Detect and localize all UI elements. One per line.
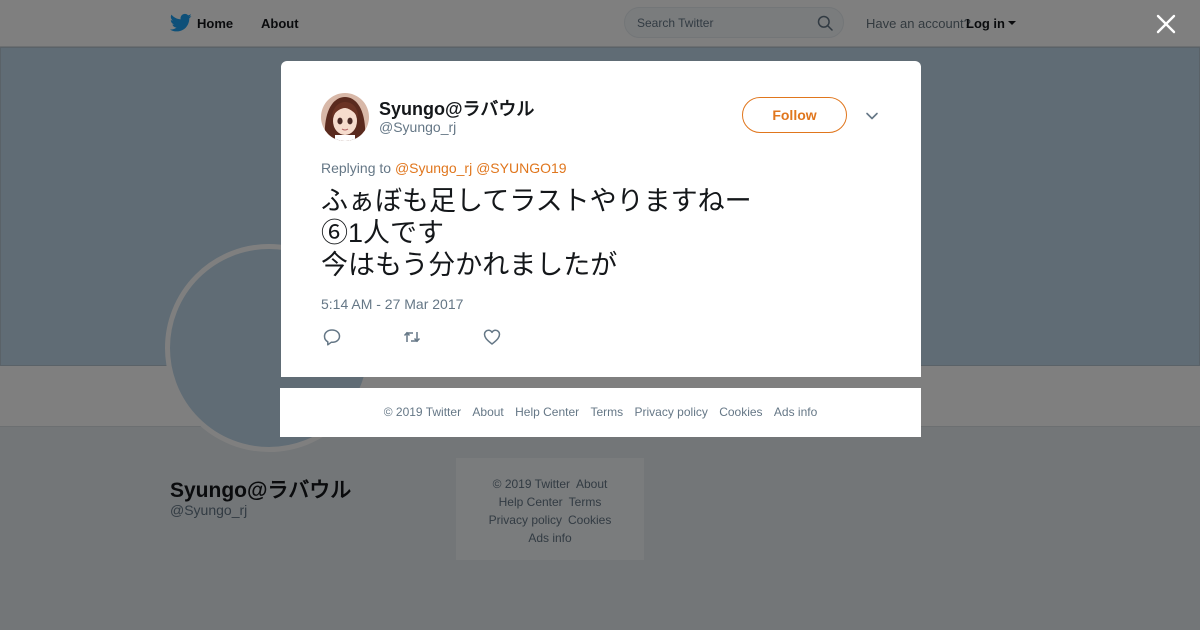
modal-footer: © 2019 Twitter About Help Center Terms P…: [280, 388, 921, 437]
close-icon[interactable]: [1154, 12, 1178, 36]
tweet-author-name[interactable]: Syungo@ラバウル: [379, 95, 534, 121]
tweet-text-line: ⑥1人です: [321, 218, 445, 248]
follow-button[interactable]: Follow: [742, 97, 847, 133]
chevron-down-icon[interactable]: [865, 109, 879, 123]
heart-icon[interactable]: [482, 327, 502, 347]
mention-link[interactable]: @Syungo_rj: [395, 160, 472, 176]
footer-terms-link[interactable]: Terms: [590, 405, 623, 419]
footer-cookies-link[interactable]: Cookies: [719, 405, 762, 419]
replying-to: Replying to @Syungo_rj @SYUNGO19: [321, 160, 567, 176]
tweet-text-line: ふぁぼも足してラストやりますねー: [321, 186, 752, 216]
tweet-modal: Syungo@ラバウル @Syungo_rj Follow Replying t…: [281, 61, 921, 377]
replying-to-label: Replying to: [321, 160, 392, 176]
footer-about-link[interactable]: About: [472, 405, 503, 419]
footer-ads-link[interactable]: Ads info: [774, 405, 817, 419]
footer-copyright: © 2019 Twitter: [383, 405, 462, 419]
tweet-text-line: 今はもう分かれましたが: [321, 250, 618, 280]
tweet-text: ふぁぼも足してラストやりますねー ⑥1人です 今はもう分かれましたが: [321, 185, 752, 281]
tweet-author-handle[interactable]: @Syungo_rj: [379, 119, 456, 135]
tweet-author-avatar[interactable]: [321, 93, 369, 141]
footer-privacy-link[interactable]: Privacy policy: [635, 405, 708, 419]
tweet-timestamp[interactable]: 5:14 AM - 27 Mar 2017: [321, 296, 463, 312]
retweet-icon[interactable]: [402, 327, 422, 347]
reply-icon[interactable]: [322, 327, 342, 347]
footer-help-link[interactable]: Help Center: [515, 405, 579, 419]
mention-link[interactable]: @SYUNGO19: [476, 160, 566, 176]
